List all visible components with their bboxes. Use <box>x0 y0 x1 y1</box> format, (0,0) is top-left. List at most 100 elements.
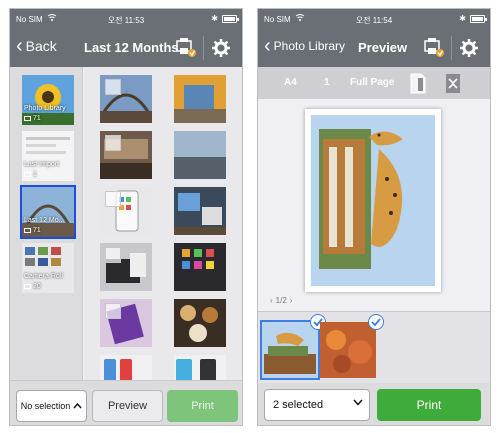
checkbox[interactable] <box>105 303 121 319</box>
photo-thumbnail <box>174 187 226 235</box>
photo-thumbnail <box>174 299 226 347</box>
battery-icon <box>470 15 487 23</box>
album-count: 20 <box>24 283 41 290</box>
photo-cell[interactable] <box>174 75 226 123</box>
album-last-import[interactable]: Last Import 1 <box>22 131 74 181</box>
selected-photos-strip <box>258 311 490 383</box>
photo-thumbnail <box>174 75 226 123</box>
preview-page <box>305 109 441 292</box>
photo-picker-screen: No SIM 오전 11:53 ✱ ‹ Back Last 12 Months <box>9 8 243 426</box>
selected-count-label: 2 selected <box>273 399 324 411</box>
copies-option[interactable]: 1 <box>324 77 330 88</box>
paper-size-option[interactable]: A4 <box>284 77 297 88</box>
selected-photo-thumb[interactable] <box>320 314 384 378</box>
check-badge-icon <box>368 314 384 330</box>
preview-button[interactable]: Preview <box>92 390 163 422</box>
back-label: Photo Library <box>273 39 346 53</box>
document-icon[interactable] <box>408 73 428 94</box>
photo-icon <box>24 116 31 121</box>
chevron-right-icon[interactable]: › <box>290 296 293 305</box>
status-bar: No SIM 오전 11:54 ✱ <box>258 9 490 29</box>
photo-thumbnail <box>174 355 226 380</box>
bluetooth-icon: ✱ <box>211 14 218 23</box>
album-count: 1 <box>24 171 37 178</box>
album-camera-roll[interactable]: Camera Roll 20 <box>22 243 74 293</box>
album-count-value: 1 <box>33 171 37 178</box>
album-label: Camera Roll <box>24 273 63 280</box>
back-button[interactable]: ‹ Back <box>16 35 57 57</box>
album-count: 71 <box>24 227 41 234</box>
nav-divider <box>203 36 204 60</box>
screenshot-pair: No SIM 오전 11:53 ✱ ‹ Back Last 12 Months <box>0 0 500 433</box>
nav-bar: ‹ Photo Library Preview <box>258 29 490 67</box>
album-label: Last Import <box>24 161 60 168</box>
album-count-value: 20 <box>33 283 41 290</box>
checkbox[interactable] <box>105 79 121 95</box>
chevron-left-icon: ‹ <box>16 35 23 57</box>
rotate-icon[interactable] <box>442 73 464 94</box>
album-label: Photo Library <box>24 105 66 112</box>
print-settings-bar: A4 1 Full Page <box>258 67 490 99</box>
gear-icon[interactable] <box>458 37 480 59</box>
photo-cell[interactable] <box>174 243 226 291</box>
album-count-value: 71 <box>33 227 41 234</box>
bluetooth-icon: ✱ <box>459 14 466 23</box>
status-bar: No SIM 오전 11:53 ✱ <box>10 9 242 29</box>
photo-thumbnail <box>174 243 226 291</box>
preview-area: ‹ 1/2 › <box>258 99 490 311</box>
album-list: Photo Library 71 Last Import 1 Last 12 M… <box>10 67 83 380</box>
selected-count-dropdown[interactable]: 2 selected <box>264 389 370 421</box>
selection-label: No selection <box>20 401 71 411</box>
back-button[interactable]: ‹ Photo Library <box>264 35 346 57</box>
photo-grid <box>84 67 242 380</box>
chevron-up-icon <box>73 403 82 409</box>
checkbox[interactable] <box>105 191 121 207</box>
selection-dropdown[interactable]: No selection <box>16 390 87 422</box>
photo-cell[interactable] <box>100 243 152 291</box>
album-count: 71 <box>24 115 41 122</box>
photo-thumbnail <box>320 322 376 378</box>
chevron-down-icon <box>353 399 363 406</box>
photo-thumbnail <box>262 322 318 378</box>
page-indicator: ‹ 1/2 › <box>270 296 292 305</box>
photo-cell[interactable] <box>100 131 152 179</box>
selected-photo-thumb[interactable] <box>260 314 326 380</box>
album-photo-library[interactable]: Photo Library 71 <box>22 75 74 125</box>
page-title: Preview <box>358 40 408 55</box>
bottom-toolbar: 2 selected Print <box>258 383 490 425</box>
clock-text: 오전 11:54 <box>355 16 393 25</box>
photo-cell[interactable] <box>100 299 152 347</box>
photo-cell[interactable] <box>174 299 226 347</box>
back-label: Back <box>25 38 57 54</box>
photo-icon <box>24 228 31 233</box>
gear-icon[interactable] <box>210 37 232 59</box>
photo-cell[interactable] <box>174 355 226 380</box>
photo-icon <box>24 284 31 289</box>
photo-icon <box>24 172 31 177</box>
print-preview-screen: No SIM 오전 11:54 ✱ ‹ Photo Library Previe… <box>257 8 491 426</box>
photo-cell[interactable] <box>100 75 152 123</box>
photo-cell[interactable] <box>174 187 226 235</box>
photo-thumbnail <box>174 131 226 179</box>
photo-cell[interactable] <box>100 187 152 235</box>
clock-text: 오전 11:53 <box>107 16 145 25</box>
photo-cell[interactable] <box>174 131 226 179</box>
print-button[interactable]: Print <box>167 390 238 422</box>
chevron-left-icon: ‹ <box>264 35 271 57</box>
printer-settings-icon[interactable] <box>175 37 197 59</box>
checkbox[interactable] <box>105 247 121 263</box>
print-button[interactable]: Print <box>377 389 481 421</box>
album-label: Last 12 Mo... <box>24 217 65 224</box>
page-number: 1/2 <box>275 296 287 305</box>
preview-image <box>311 115 435 286</box>
album-last-12-months[interactable]: Last 12 Mo... 71 <box>20 185 76 239</box>
nav-divider <box>451 36 452 60</box>
photo-cell[interactable] <box>100 355 152 380</box>
battery-icon <box>222 15 239 23</box>
bottom-toolbar: No selection Preview Print <box>10 380 242 425</box>
checkbox[interactable] <box>105 135 121 151</box>
chevron-left-icon[interactable]: ‹ <box>270 296 273 305</box>
printer-settings-icon[interactable] <box>423 37 445 59</box>
page-title: Last 12 Months <box>84 40 179 55</box>
layout-option[interactable]: Full Page <box>350 77 394 88</box>
